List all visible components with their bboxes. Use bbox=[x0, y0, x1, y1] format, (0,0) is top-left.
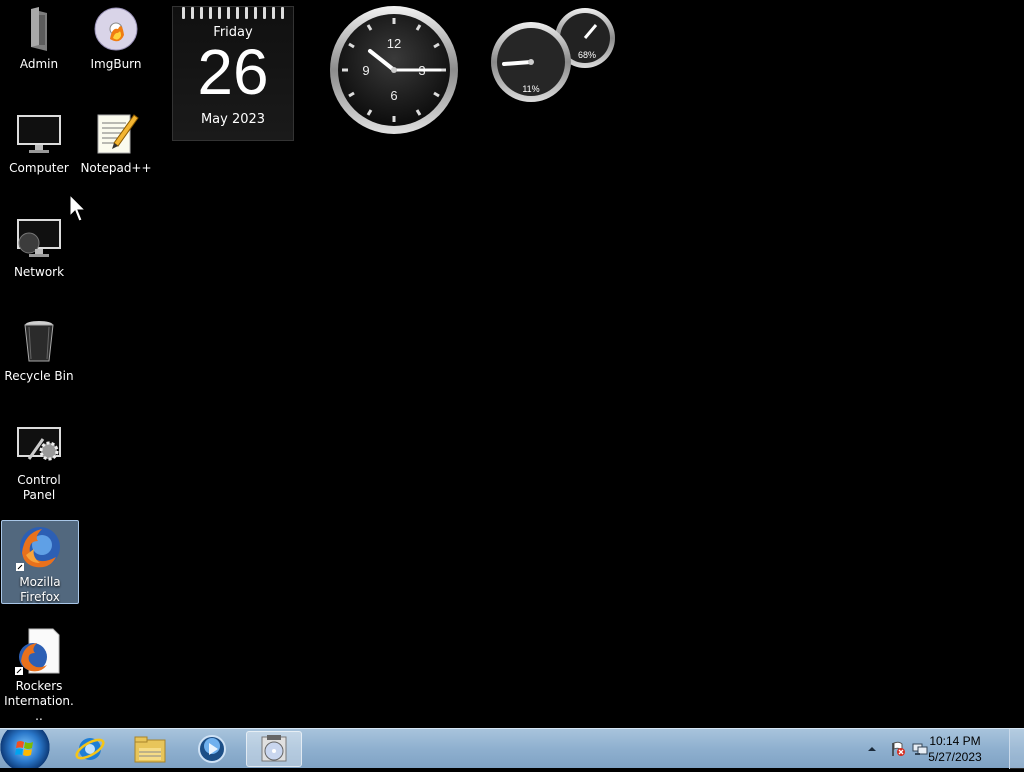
desktop: Admin ImgBurn Computer Notepad++ Network… bbox=[0, 0, 1024, 728]
system-tray: 10:14 PM 5/27/2023 bbox=[864, 729, 1024, 769]
clock-gadget[interactable]: 12 3 6 9 bbox=[328, 4, 460, 136]
clock-numeral-9: 9 bbox=[362, 63, 369, 78]
desktop-icon-notepad-plus-plus[interactable]: Notepad++ bbox=[77, 106, 155, 177]
icon-label: Admin bbox=[19, 57, 59, 71]
imgburn-icon bbox=[261, 735, 287, 762]
taskbar-clock[interactable]: 10:14 PM 5/27/2023 bbox=[920, 733, 990, 765]
icon-label: Mozilla Firefox bbox=[19, 575, 61, 604]
start-button[interactable] bbox=[0, 730, 50, 768]
desktop-icon-mozilla-firefox[interactable]: Mozilla Firefox bbox=[1, 520, 79, 604]
windows-media-player-icon bbox=[198, 735, 226, 763]
clock-numeral-6: 6 bbox=[390, 88, 397, 103]
calendar-day-number: 26 bbox=[197, 36, 269, 108]
desktop-icon-imgburn[interactable]: ImgBurn bbox=[77, 2, 155, 73]
control-panel-icon bbox=[15, 421, 63, 469]
icon-label: ImgBurn bbox=[90, 57, 142, 71]
calendar-month-year: May 2023 bbox=[200, 112, 266, 127]
taskbar: 10:14 PM 5/27/2023 bbox=[0, 728, 1024, 769]
action-center-flag-icon[interactable] bbox=[890, 741, 906, 757]
clock-numeral-12: 12 bbox=[387, 36, 401, 51]
icon-label: Notepad++ bbox=[80, 161, 152, 175]
cpu-percent: 11% bbox=[522, 84, 539, 94]
icon-label: Rockers Internation... bbox=[4, 679, 74, 723]
imgburn-disc-icon bbox=[92, 5, 140, 53]
firefox-icon bbox=[16, 523, 64, 571]
icon-label: Network bbox=[13, 265, 65, 279]
clock-date: 5/27/2023 bbox=[928, 750, 982, 764]
cpu-meter-gadget[interactable]: 68% 11% bbox=[488, 6, 618, 104]
internet-explorer-icon bbox=[75, 738, 105, 760]
clock-time: 10:14 PM bbox=[929, 734, 981, 748]
show-desktop-button[interactable] bbox=[1009, 729, 1024, 769]
memory-percent: 68% bbox=[578, 50, 596, 60]
desktop-icon-computer[interactable]: Computer bbox=[0, 106, 78, 177]
windows-logo-icon bbox=[15, 741, 33, 756]
taskbar-windows-explorer-button[interactable] bbox=[122, 731, 178, 767]
recycle-bin-icon bbox=[15, 317, 63, 365]
desktop-icon-recycle-bin[interactable]: Recycle Bin bbox=[0, 314, 78, 385]
mouse-cursor-icon bbox=[69, 194, 87, 222]
notepad-plus-plus-icon bbox=[92, 109, 140, 157]
firefox-html-file-icon bbox=[15, 627, 63, 675]
user-folder-icon bbox=[15, 5, 63, 53]
icon-label: Recycle Bin bbox=[4, 369, 74, 383]
icon-label: Control Panel bbox=[17, 473, 61, 502]
cpu-needle bbox=[502, 60, 533, 66]
desktop-icon-rockers-international[interactable]: Rockers Internation... bbox=[0, 624, 78, 725]
calendar-rings bbox=[173, 7, 293, 19]
desktop-icon-network[interactable]: Network bbox=[0, 210, 78, 281]
network-icon bbox=[15, 213, 63, 261]
desktop-icon-control-panel[interactable]: Control Panel bbox=[0, 418, 78, 504]
computer-icon bbox=[15, 109, 63, 157]
calendar-gadget[interactable]: Friday 26 May 2023 bbox=[172, 6, 294, 141]
taskbar-imgburn-button[interactable] bbox=[246, 731, 302, 767]
show-hidden-icons-icon[interactable] bbox=[864, 741, 880, 757]
taskbar-windows-media-player-button[interactable] bbox=[184, 731, 240, 767]
icon-label: Computer bbox=[9, 161, 69, 175]
taskbar-internet-explorer-button[interactable] bbox=[62, 731, 118, 767]
desktop-icon-admin[interactable]: Admin bbox=[0, 2, 78, 73]
windows-explorer-icon bbox=[134, 736, 166, 763]
